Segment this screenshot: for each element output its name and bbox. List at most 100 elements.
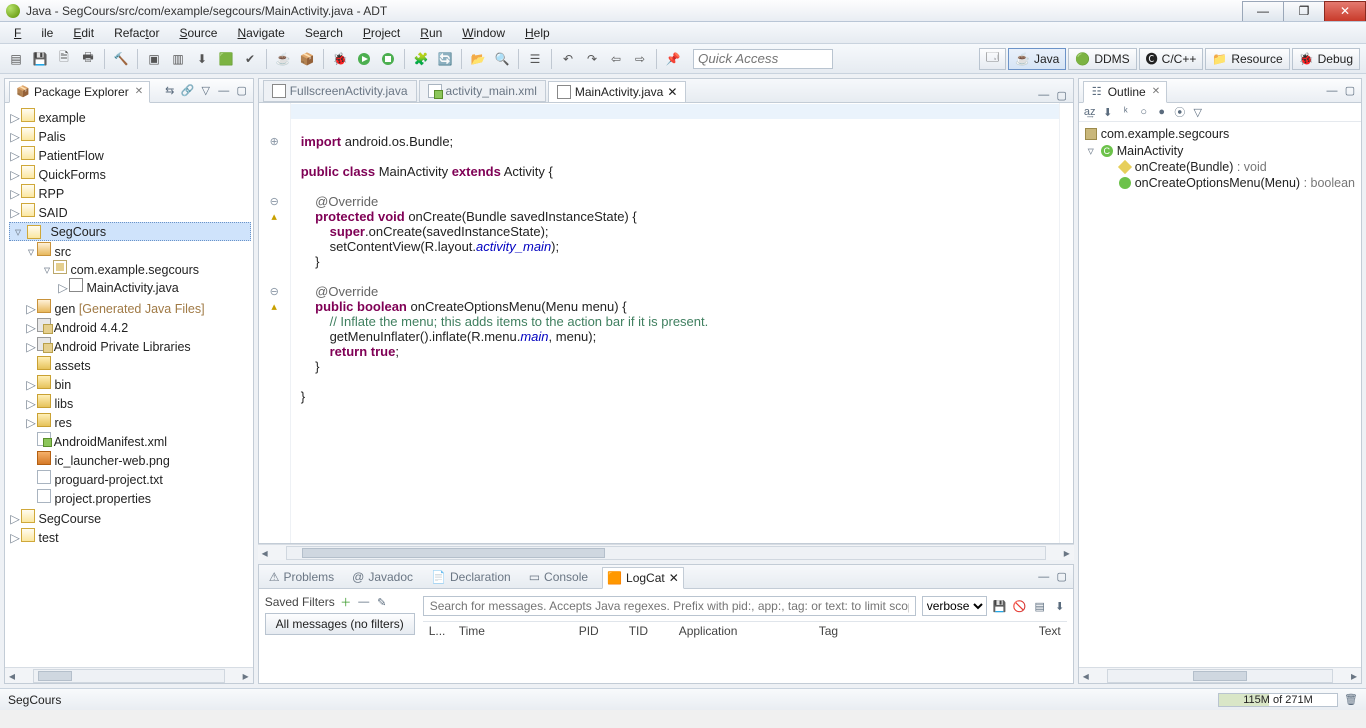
print-button[interactable]: 🖶 bbox=[78, 49, 98, 69]
menu-navigate[interactable]: Navigate bbox=[227, 24, 294, 42]
scroll-lock-icon[interactable]: ⬇ bbox=[1053, 599, 1067, 613]
tree-project[interactable]: QuickForms bbox=[38, 168, 105, 182]
minimize-view-icon[interactable]: — bbox=[217, 84, 231, 98]
tab-javadoc[interactable]: @Javadoc bbox=[348, 568, 417, 586]
tree-file-proguard[interactable]: proguard-project.txt bbox=[54, 473, 162, 487]
menu-help[interactable]: Help bbox=[515, 24, 560, 42]
tree-project[interactable]: PatientFlow bbox=[38, 149, 103, 163]
menu-run[interactable]: Run bbox=[410, 24, 452, 42]
build-button[interactable]: 🔨 bbox=[111, 49, 131, 69]
logcat-level-select[interactable]: verbose bbox=[922, 596, 987, 616]
outline-method-oncreate[interactable]: onCreate(Bundle) : void bbox=[1135, 160, 1267, 174]
toggle-breadcrumb-button[interactable]: ☰ bbox=[525, 49, 545, 69]
forward-button[interactable]: ⇨ bbox=[630, 49, 650, 69]
pin-button[interactable]: 📌 bbox=[663, 49, 683, 69]
refresh-button[interactable]: 🔄 bbox=[435, 49, 455, 69]
tree-folder-res[interactable]: res bbox=[54, 416, 71, 430]
minimize-editor-icon[interactable]: — bbox=[1037, 88, 1051, 102]
col-time[interactable]: Time bbox=[453, 624, 573, 638]
new-button[interactable]: ▤ bbox=[6, 49, 26, 69]
close-icon[interactable]: ✕ bbox=[669, 571, 679, 585]
scroll-right-icon[interactable]: ▸ bbox=[1347, 669, 1361, 683]
focus-icon[interactable]: ⦿ bbox=[1173, 105, 1187, 119]
editor-gutter[interactable]: ⊕⊖▴⊖▴ bbox=[259, 103, 291, 543]
outline-package[interactable]: com.example.segcours bbox=[1101, 127, 1230, 141]
close-icon[interactable]: ✕ bbox=[667, 85, 677, 99]
perspective-ddms[interactable]: 🟢DDMS bbox=[1068, 48, 1136, 70]
col-level[interactable]: L... bbox=[423, 624, 453, 638]
display-view-icon[interactable]: ▤ bbox=[1033, 599, 1047, 613]
clear-log-icon[interactable]: 🚫 bbox=[1013, 599, 1027, 613]
debug-button[interactable]: 🐞 bbox=[330, 49, 350, 69]
outline-scrollbar[interactable]: ◂ ▸ bbox=[1079, 667, 1361, 683]
logcat-search-input[interactable] bbox=[423, 596, 916, 616]
back-button[interactable]: ⇦ bbox=[606, 49, 626, 69]
tree-file-mainactivity[interactable]: MainActivity.java bbox=[86, 281, 178, 295]
collapse-all-icon[interactable]: ⇆ bbox=[163, 84, 177, 98]
tree-folder-libs[interactable]: libs bbox=[54, 397, 73, 411]
lint-button[interactable]: ⬇ bbox=[192, 49, 212, 69]
tree-folder-assets[interactable]: assets bbox=[54, 359, 90, 373]
all-messages-filter[interactable]: All messages (no filters) bbox=[265, 613, 415, 635]
tree-project[interactable]: test bbox=[38, 531, 58, 545]
tree-project[interactable]: SegCourse bbox=[38, 512, 101, 526]
code-content[interactable]: package com.example.segcours; import and… bbox=[291, 103, 1059, 543]
menu-file[interactable]: File bbox=[4, 24, 63, 42]
check-button[interactable]: ✔ bbox=[240, 49, 260, 69]
hide-nonpublic-icon[interactable]: ○ bbox=[1137, 105, 1151, 119]
window-maximize-button[interactable]: ❐ bbox=[1283, 1, 1325, 21]
scroll-right-icon[interactable]: ▸ bbox=[1060, 546, 1074, 560]
menu-window[interactable]: Window bbox=[452, 24, 515, 42]
overview-ruler[interactable] bbox=[1059, 103, 1073, 543]
sort-icon[interactable]: a͢z bbox=[1083, 105, 1097, 119]
package-explorer-tab[interactable]: 📦 Package Explorer ✕ bbox=[9, 81, 150, 103]
quick-access-input[interactable] bbox=[693, 49, 833, 69]
open-perspective-button[interactable]: 🗔 bbox=[979, 48, 1006, 70]
tree-project[interactable]: SAID bbox=[38, 206, 67, 220]
link-editor-icon[interactable]: 🔗 bbox=[181, 84, 195, 98]
perspective-ccpp[interactable]: 🅒C/C++ bbox=[1139, 48, 1204, 70]
maximize-view-icon[interactable]: ▢ bbox=[1055, 570, 1069, 584]
run-last-button[interactable] bbox=[378, 49, 398, 69]
package-explorer-scrollbar[interactable]: ◂ ▸ bbox=[5, 667, 253, 683]
hide-static-icon[interactable]: ᵏ bbox=[1119, 105, 1133, 119]
tree-project[interactable]: example bbox=[38, 111, 85, 125]
tree-gen[interactable]: gen [Generated Java Files] bbox=[54, 302, 204, 316]
hide-local-icon[interactable]: ● bbox=[1155, 105, 1169, 119]
editor-scrollbar[interactable]: ◂ ▸ bbox=[258, 544, 1074, 560]
hide-fields-icon[interactable]: ⬇ bbox=[1101, 105, 1115, 119]
edit-filter-icon[interactable]: ✎ bbox=[375, 595, 389, 609]
tree-folder-bin[interactable]: bin bbox=[54, 378, 71, 392]
col-application[interactable]: Application bbox=[673, 624, 813, 638]
scroll-left-icon[interactable]: ◂ bbox=[5, 669, 19, 683]
add-filter-icon[interactable]: ＋ bbox=[339, 595, 353, 609]
avd-manager-button[interactable]: ▥ bbox=[168, 49, 188, 69]
maximize-view-icon[interactable]: ▢ bbox=[1343, 84, 1357, 98]
close-icon[interactable]: ✕ bbox=[1152, 86, 1160, 97]
tree-src[interactable]: src bbox=[54, 245, 71, 259]
menu-refactor[interactable]: Refactor bbox=[104, 24, 169, 42]
gc-icon[interactable]: 🗑 bbox=[1344, 693, 1358, 707]
outline-tab[interactable]: ☷ Outline ✕ bbox=[1083, 81, 1167, 103]
tree-file-manifest[interactable]: AndroidManifest.xml bbox=[54, 435, 167, 449]
save-all-button[interactable]: 🗎 bbox=[54, 49, 74, 69]
tree-project[interactable]: RPP bbox=[38, 187, 64, 201]
minimize-view-icon[interactable]: — bbox=[1325, 84, 1339, 98]
save-log-icon[interactable]: 💾 bbox=[993, 599, 1007, 613]
next-annotation-button[interactable]: ↷ bbox=[582, 49, 602, 69]
package-explorer-tree[interactable]: ▷ example ▷ Palis ▷ PatientFlow ▷ QuickF… bbox=[5, 103, 253, 667]
editor-tab-mainactivity[interactable]: MainActivity.java✕ bbox=[548, 81, 687, 103]
code-editor[interactable]: ⊕⊖▴⊖▴ package com.example.segcours; impo… bbox=[258, 102, 1074, 544]
window-minimize-button[interactable]: — bbox=[1242, 1, 1284, 21]
remove-filter-icon[interactable]: — bbox=[357, 595, 371, 609]
search-button[interactable]: 🔍 bbox=[492, 49, 512, 69]
perspective-java[interactable]: ☕Java bbox=[1008, 48, 1066, 70]
view-menu-icon[interactable]: ▽ bbox=[1191, 105, 1205, 119]
scroll-right-icon[interactable]: ▸ bbox=[239, 669, 253, 683]
outline-class[interactable]: MainActivity bbox=[1117, 144, 1184, 158]
menu-source[interactable]: Source bbox=[169, 24, 227, 42]
tab-logcat[interactable]: 🟧LogCat✕ bbox=[602, 567, 684, 589]
col-tid[interactable]: TID bbox=[623, 624, 673, 638]
view-menu-icon[interactable]: ▽ bbox=[199, 84, 213, 98]
tree-project-segcours[interactable]: ▿ SegCours bbox=[9, 222, 251, 241]
